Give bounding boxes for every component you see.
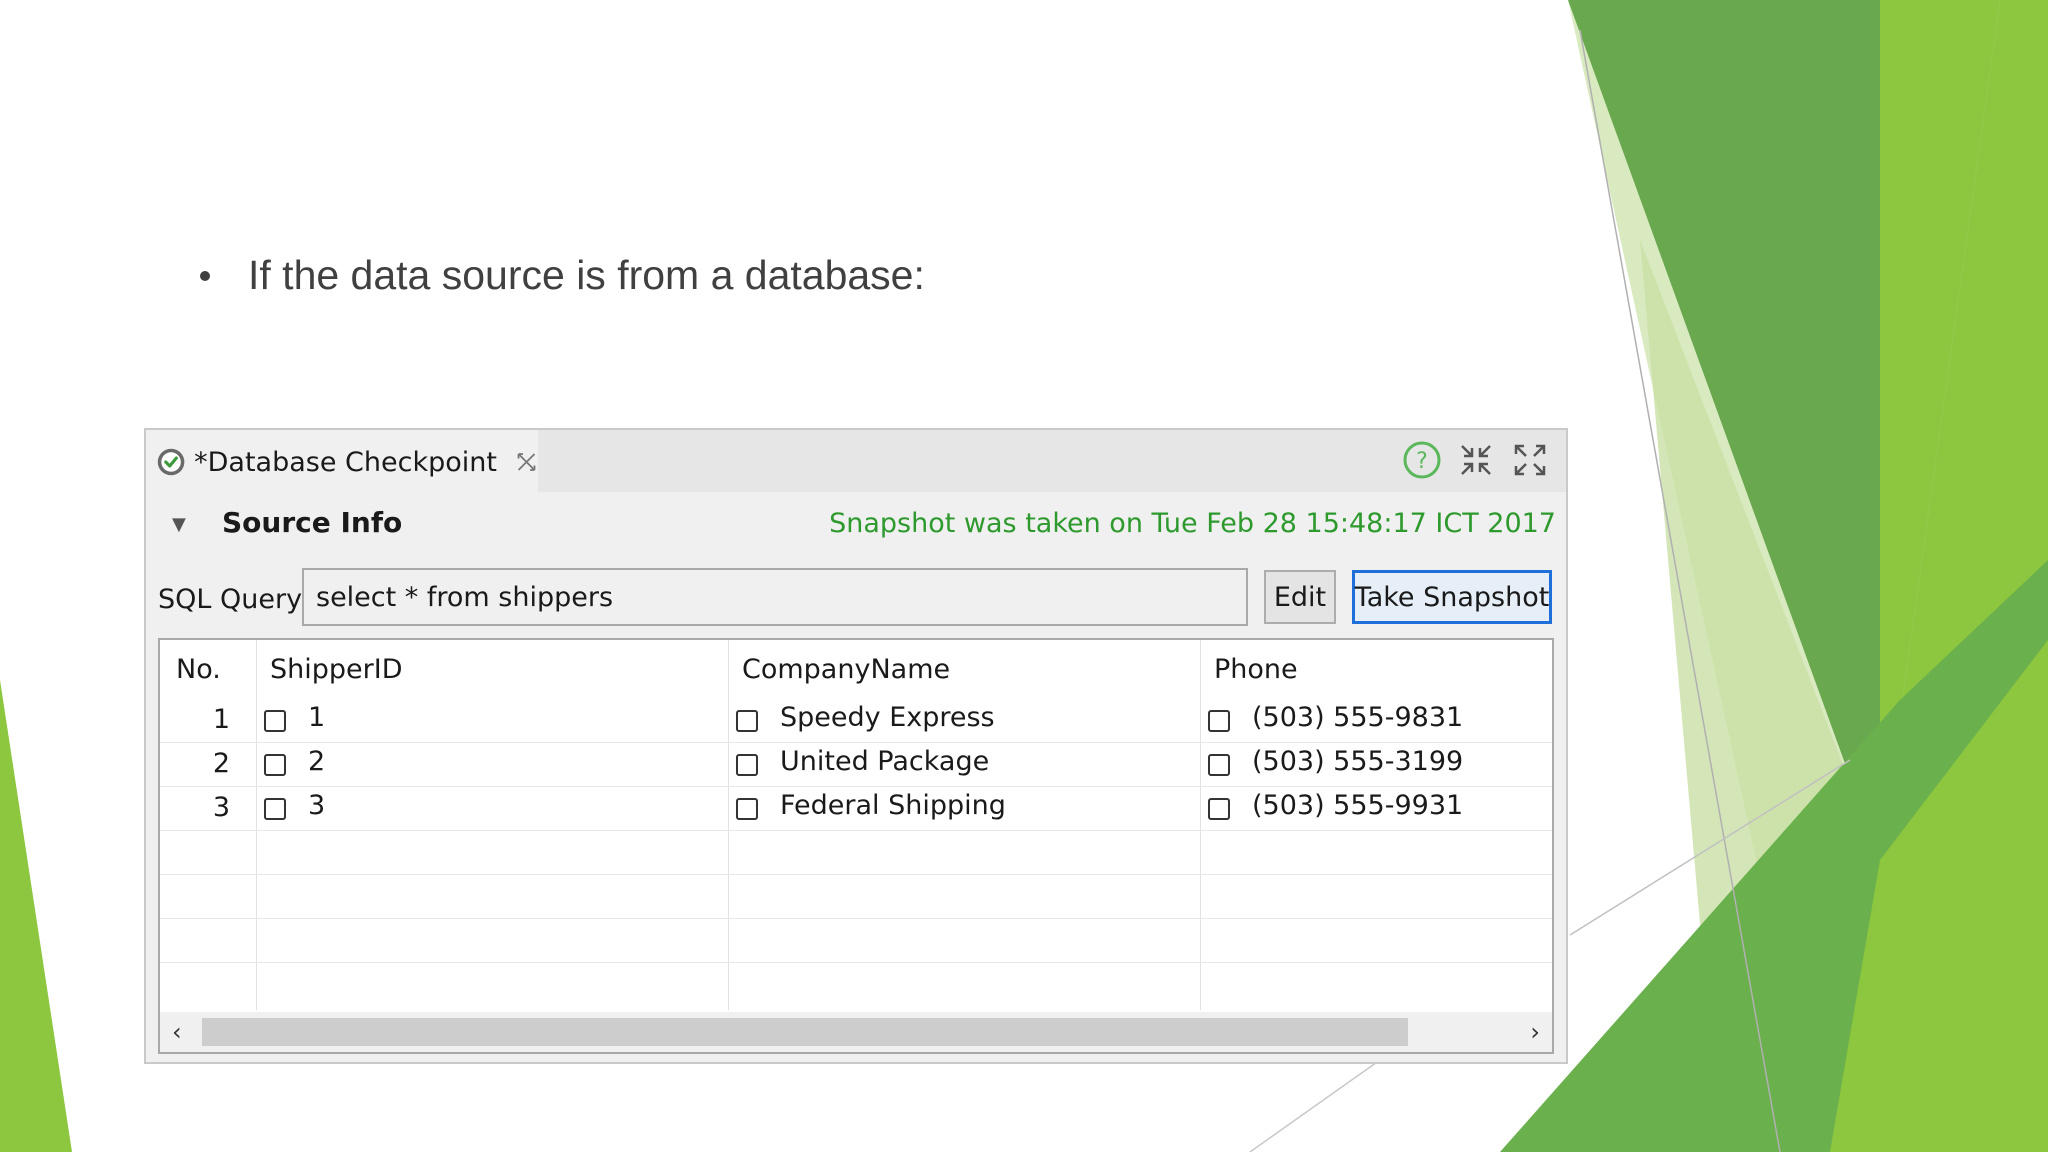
- shipperid-cell[interactable]: 3: [308, 790, 325, 821]
- database-checkpoint-panel: *Database Checkpoint ? ▼ Source Info Sna…: [144, 428, 1568, 1064]
- collapse-caret-icon[interactable]: ▼: [172, 514, 186, 535]
- maximize-icon[interactable]: [1510, 440, 1550, 480]
- left-accent-shape: [0, 680, 72, 1152]
- companyname-checkbox[interactable]: [736, 798, 758, 820]
- column-header-phone[interactable]: Phone: [1214, 654, 1298, 685]
- deco-line-3: [1249, 1059, 1381, 1152]
- help-icon[interactable]: ?: [1402, 440, 1442, 480]
- phone-checkbox[interactable]: [1208, 710, 1230, 732]
- shipperid-checkbox[interactable]: [264, 754, 286, 776]
- shipperid-cell[interactable]: 2: [308, 746, 325, 777]
- tab-database-checkpoint[interactable]: *Database Checkpoint: [146, 430, 538, 494]
- column-divider: [1200, 640, 1201, 1010]
- minimize-icon[interactable]: [1456, 440, 1496, 480]
- sql-query-input[interactable]: [302, 568, 1248, 626]
- svg-text:?: ?: [1416, 449, 1428, 474]
- column-header-shipperid[interactable]: ShipperID: [270, 654, 403, 685]
- sql-query-label: SQL Query: [158, 584, 303, 615]
- phone-checkbox[interactable]: [1208, 754, 1230, 776]
- edit-button[interactable]: Edit: [1264, 570, 1336, 624]
- row-divider: [160, 830, 1552, 831]
- column-divider: [728, 640, 729, 1010]
- row-divider: [160, 962, 1552, 963]
- horizontal-scrollbar[interactable]: ‹ ›: [160, 1012, 1552, 1052]
- row-divider: [160, 874, 1552, 875]
- sql-query-row: SQL Query Edit Take Snapshot: [146, 568, 1566, 628]
- row-divider: [160, 786, 1552, 787]
- companyname-cell[interactable]: Speedy Express: [780, 702, 995, 733]
- bullet-text: If the data source is from a database:: [248, 252, 925, 298]
- row-divider: [160, 918, 1552, 919]
- phone-cell[interactable]: (503) 555-9831: [1252, 702, 1463, 733]
- row-number: 3: [212, 792, 230, 823]
- slide-bullet: If the data source is from a database:: [200, 252, 925, 299]
- section-title: Source Info: [222, 506, 403, 539]
- row-number: 1: [212, 704, 230, 735]
- scroll-right-icon[interactable]: ›: [1530, 1018, 1540, 1046]
- phone-checkbox[interactable]: [1208, 798, 1230, 820]
- column-header-companyname[interactable]: CompanyName: [742, 654, 950, 685]
- companyname-cell[interactable]: Federal Shipping: [780, 790, 1006, 821]
- scroll-left-icon[interactable]: ‹: [172, 1018, 182, 1046]
- scrollbar-thumb[interactable]: [202, 1018, 1408, 1046]
- snapshot-status: Snapshot was taken on Tue Feb 28 15:48:1…: [829, 508, 1556, 539]
- tab-title: *Database Checkpoint: [194, 446, 497, 478]
- row-divider: [160, 742, 1552, 743]
- bullet-dot: [200, 270, 210, 281]
- phone-cell[interactable]: (503) 555-9931: [1252, 790, 1463, 821]
- shipperid-checkbox[interactable]: [264, 798, 286, 820]
- column-header-no[interactable]: No.: [176, 654, 221, 685]
- companyname-checkbox[interactable]: [736, 710, 758, 732]
- shipperid-cell[interactable]: 1: [308, 702, 325, 733]
- companyname-checkbox[interactable]: [736, 754, 758, 776]
- shipperid-checkbox[interactable]: [264, 710, 286, 732]
- results-table: No. ShipperID CompanyName Phone 1 1 Spee…: [158, 638, 1554, 1054]
- close-icon[interactable]: [515, 449, 538, 475]
- phone-cell[interactable]: (503) 555-3199: [1252, 746, 1463, 777]
- panel-toolbar: ?: [1402, 440, 1550, 480]
- panel-tab-bar: *Database Checkpoint ?: [146, 430, 1566, 494]
- source-info-header: ▼ Source Info Snapshot was taken on Tue …: [146, 496, 1566, 552]
- row-number: 2: [212, 748, 230, 779]
- take-snapshot-button[interactable]: Take Snapshot: [1352, 570, 1552, 624]
- companyname-cell[interactable]: United Package: [780, 746, 989, 777]
- column-divider: [256, 640, 257, 1010]
- checkpoint-icon: [157, 448, 185, 476]
